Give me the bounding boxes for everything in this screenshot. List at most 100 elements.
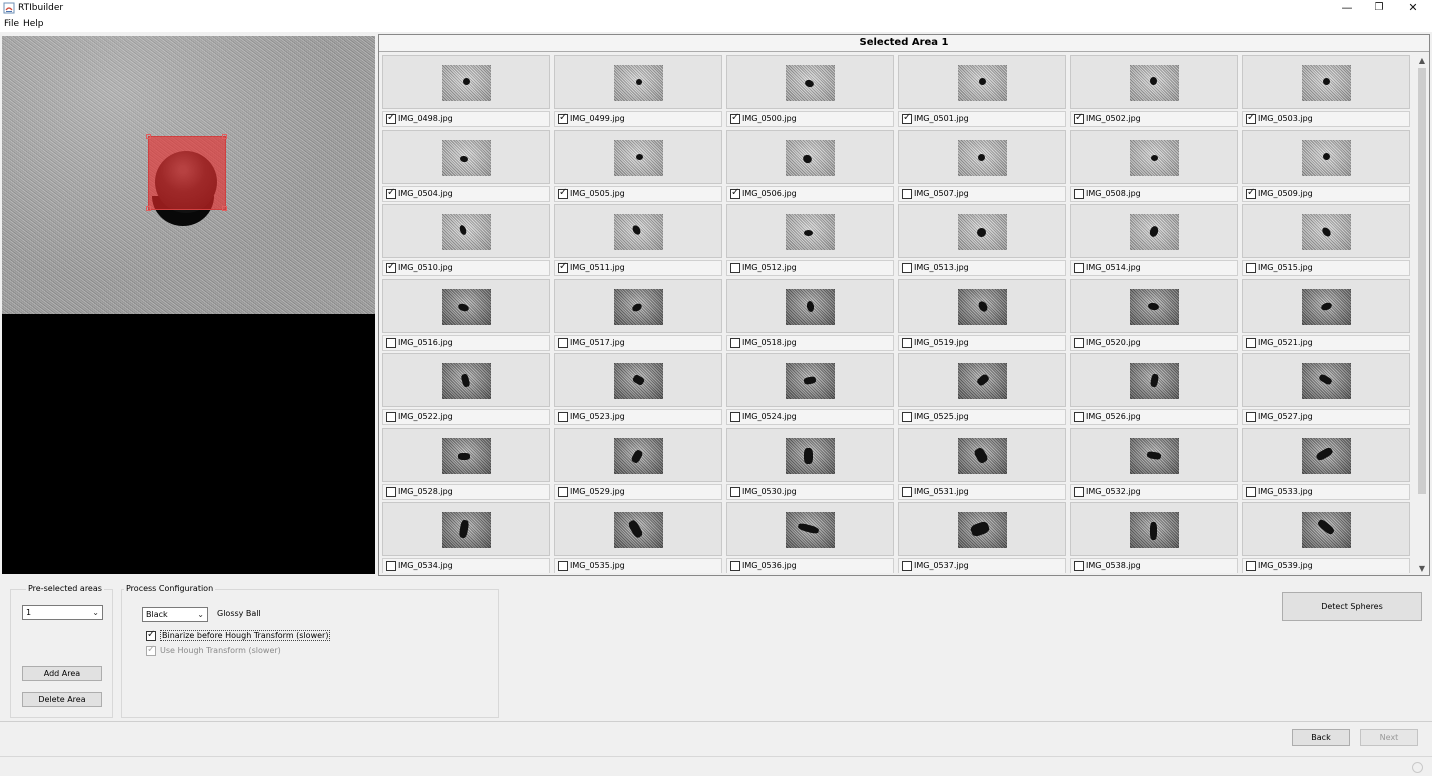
thumbnail-checkbox[interactable]: [902, 189, 912, 199]
thumbnail-checkbox[interactable]: [730, 263, 740, 273]
menu-file[interactable]: File: [4, 19, 19, 29]
scroll-down-icon[interactable]: ▼: [1416, 563, 1428, 575]
thumbnail-checkbox[interactable]: [1246, 338, 1256, 348]
thumbnail-checkbox[interactable]: [1074, 112, 1084, 124]
thumbnail-item[interactable]: IMG_0521.jpg: [1242, 279, 1410, 352]
thumbnail-item[interactable]: IMG_0500.jpg: [726, 55, 894, 128]
thumbnail-item[interactable]: IMG_0506.jpg: [726, 130, 894, 203]
thumbnail-image[interactable]: [958, 512, 1007, 548]
thumbnail-image[interactable]: [786, 363, 835, 399]
thumbnail-checkbox[interactable]: [902, 338, 912, 348]
thumbnail-item[interactable]: IMG_0507.jpg: [898, 130, 1066, 203]
thumbnail-image[interactable]: [1130, 512, 1179, 548]
thumbnail-frame[interactable]: [1070, 130, 1238, 184]
thumbnail-image[interactable]: [614, 438, 663, 474]
thumbnail-frame[interactable]: [382, 130, 550, 184]
hough-checkbox-box[interactable]: [146, 644, 156, 656]
thumbnail-frame[interactable]: [1070, 353, 1238, 407]
thumbnail-checkbox[interactable]: [730, 487, 740, 497]
thumbnail-checkbox[interactable]: [1074, 189, 1084, 199]
thumbnail-checkbox[interactable]: [386, 261, 396, 273]
thumbnail-item[interactable]: IMG_0498.jpg: [382, 55, 550, 128]
delete-area-button[interactable]: Delete Area: [22, 692, 102, 707]
thumbnail-frame[interactable]: [382, 55, 550, 109]
thumbnail-image[interactable]: [786, 140, 835, 176]
thumbnail-frame[interactable]: [382, 279, 550, 333]
binarize-checkbox-box[interactable]: [146, 629, 156, 641]
thumbnail-checkbox[interactable]: [558, 487, 568, 497]
thumbnail-checkbox[interactable]: [558, 112, 568, 124]
thumbnail-image[interactable]: [442, 363, 491, 399]
thumbnail-image[interactable]: [1130, 363, 1179, 399]
thumbnail-checkbox[interactable]: [386, 487, 396, 497]
thumbnail-item[interactable]: IMG_0510.jpg: [382, 204, 550, 277]
thumbnail-checkbox[interactable]: [558, 338, 568, 348]
resize-handle-top-right[interactable]: [222, 134, 227, 139]
thumbnail-item[interactable]: IMG_0534.jpg: [382, 502, 550, 573]
restore-button[interactable]: ❐: [1362, 0, 1396, 17]
thumbnail-frame[interactable]: [726, 428, 894, 482]
thumbnail-checkbox[interactable]: [386, 561, 396, 571]
thumbnail-image[interactable]: [1130, 289, 1179, 325]
thumbnail-item[interactable]: IMG_0532.jpg: [1070, 428, 1238, 501]
thumbnail-image[interactable]: [614, 65, 663, 101]
thumbnail-checkbox[interactable]: [558, 261, 568, 273]
thumbnail-image[interactable]: [614, 363, 663, 399]
thumbnail-item[interactable]: IMG_0538.jpg: [1070, 502, 1238, 573]
next-button[interactable]: Next: [1360, 729, 1418, 746]
thumbnail-frame[interactable]: [1242, 428, 1410, 482]
vertical-scrollbar[interactable]: ▲ ▼: [1416, 55, 1428, 575]
thumbnail-frame[interactable]: [898, 428, 1066, 482]
thumbnail-image[interactable]: [786, 214, 835, 250]
thumbnail-image[interactable]: [614, 140, 663, 176]
thumbnail-checkbox[interactable]: [730, 412, 740, 422]
thumbnail-item[interactable]: IMG_0523.jpg: [554, 353, 722, 426]
thumbnail-checkbox[interactable]: [1074, 412, 1084, 422]
thumbnail-checkbox[interactable]: [730, 338, 740, 348]
thumbnail-checkbox[interactable]: [386, 338, 396, 348]
thumbnail-frame[interactable]: [554, 55, 722, 109]
thumbnail-frame[interactable]: [726, 353, 894, 407]
thumbnail-item[interactable]: IMG_0530.jpg: [726, 428, 894, 501]
thumbnail-item[interactable]: IMG_0503.jpg: [1242, 55, 1410, 128]
thumbnail-image[interactable]: [1130, 438, 1179, 474]
thumbnail-frame[interactable]: [1242, 130, 1410, 184]
thumbnail-image[interactable]: [958, 289, 1007, 325]
thumbnail-checkbox[interactable]: [558, 187, 568, 199]
thumbnail-frame[interactable]: [898, 130, 1066, 184]
thumbnail-frame[interactable]: [898, 55, 1066, 109]
add-area-button[interactable]: Add Area: [22, 666, 102, 681]
thumbnail-image[interactable]: [1130, 140, 1179, 176]
thumbnail-item[interactable]: IMG_0529.jpg: [554, 428, 722, 501]
detect-spheres-button[interactable]: Detect Spheres: [1282, 592, 1422, 621]
thumbnail-image[interactable]: [614, 214, 663, 250]
thumbnail-checkbox[interactable]: [1246, 112, 1256, 124]
thumbnail-item[interactable]: IMG_0539.jpg: [1242, 502, 1410, 573]
thumbnail-image[interactable]: [442, 438, 491, 474]
thumbnail-item[interactable]: IMG_0502.jpg: [1070, 55, 1238, 128]
thumbnail-item[interactable]: IMG_0518.jpg: [726, 279, 894, 352]
thumbnail-item[interactable]: IMG_0512.jpg: [726, 204, 894, 277]
thumbnail-frame[interactable]: [1070, 502, 1238, 556]
thumbnail-frame[interactable]: [554, 204, 722, 258]
thumbnail-frame[interactable]: [554, 502, 722, 556]
scroll-thumb[interactable]: [1418, 68, 1426, 494]
thumbnail-image[interactable]: [442, 289, 491, 325]
close-button[interactable]: ✕: [1396, 0, 1430, 17]
thumbnail-frame[interactable]: [1242, 353, 1410, 407]
menu-help[interactable]: Help: [23, 19, 44, 29]
thumbnail-checkbox[interactable]: [1246, 187, 1256, 199]
thumbnail-frame[interactable]: [1242, 502, 1410, 556]
thumbnail-image[interactable]: [958, 65, 1007, 101]
thumbnail-image[interactable]: [958, 214, 1007, 250]
area-select[interactable]: 1 ⌄: [22, 605, 103, 620]
thumbnail-item[interactable]: IMG_0501.jpg: [898, 55, 1066, 128]
thumbnail-frame[interactable]: [554, 279, 722, 333]
thumbnail-frame[interactable]: [726, 204, 894, 258]
thumbnail-item[interactable]: IMG_0519.jpg: [898, 279, 1066, 352]
thumbnail-frame[interactable]: [898, 204, 1066, 258]
thumbnail-image[interactable]: [442, 214, 491, 250]
thumbnail-frame[interactable]: [554, 130, 722, 184]
thumbnail-checkbox[interactable]: [730, 112, 740, 124]
thumbnail-frame[interactable]: [554, 428, 722, 482]
